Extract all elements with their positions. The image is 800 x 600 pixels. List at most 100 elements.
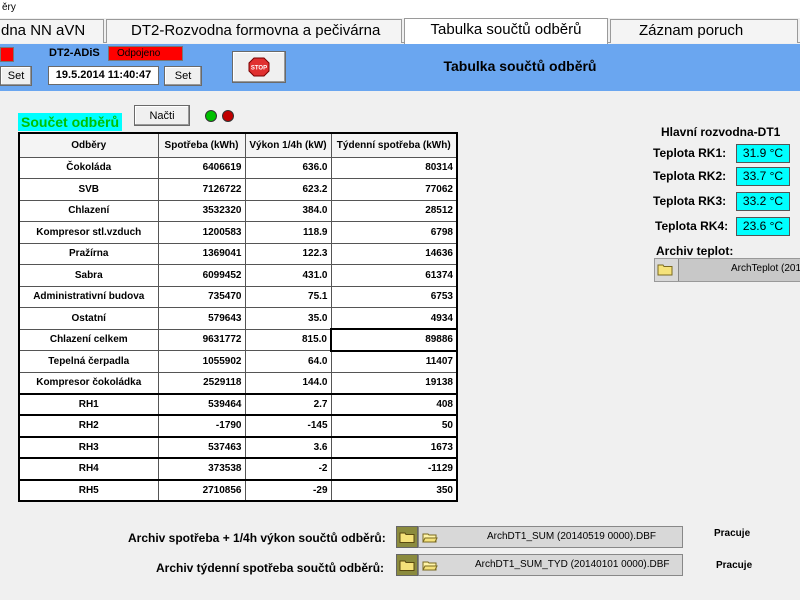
archive-sum-folder[interactable] [396,526,418,548]
main-switchboard-title: Hlavní rozvodna-DT1 [661,125,781,139]
consumption-table: Odběry Spotřeba (kWh) Výkon 1/4h (kW) Tý… [18,132,458,502]
archive-weekly-label: Archiv týdenní spotřeba součtů odběrů: [156,561,385,575]
row-tydenni: 19138 [330,371,458,395]
row-vykon: 623.2 [244,178,332,201]
row-vykon: 636.0 [244,156,332,179]
table-row: Sabra 6099452 431.0 61374 [18,264,458,287]
col-header-tydenni: Týdenní spotřeba (kWh) [330,132,458,158]
tab-zaznam-poruch[interactable]: Záznam poruch [610,19,798,43]
tab-dt2-rozvodna[interactable]: DT2-Rozvodna formovna a pečivárna [106,19,402,43]
table-row: SVB 7126722 623.2 77062 [18,178,458,201]
row-vykon: 815.0 [244,328,332,351]
temp-value-rk3: 33.2 °C [736,192,790,211]
row-name: SVB [18,178,159,201]
tab-bar: dna NN aVN DT2-Rozvodna formovna a pečiv… [0,18,800,44]
row-tydenni: 14636 [330,242,458,265]
row-name: Pražírna [18,242,159,265]
temp-archive-file: ArchTeplot (2014 [678,259,800,281]
table-row: Kompresor čokoládka 2529118 144.0 19138 [18,371,458,395]
row-name: Ostatní [18,307,159,330]
row-spotreba: 3532320 [157,199,246,222]
table-row: Tepelná čerpadla 1055902 64.0 11407 [18,350,458,373]
row-spotreba: 1369041 [157,242,246,265]
row-spotreba: 1055902 [157,350,246,373]
led-green-icon [205,110,217,122]
row-vykon: 118.9 [244,221,332,244]
row-vykon: -145 [244,414,332,438]
row-vykon: 2.7 [244,393,332,416]
row-tydenni-selected[interactable]: 89886 [330,328,458,352]
stop-button[interactable]: STOP [232,51,286,83]
stop-icon-text: STOP [251,66,267,72]
table-header-row: Odběry Spotřeba (kWh) Výkon 1/4h (kW) Tý… [18,132,458,158]
temp-value-rk2: 33.7 °C [736,167,790,186]
row-spotreba: 735470 [157,285,246,308]
row-tydenni: 408 [330,393,458,416]
row-tydenni: 6798 [330,221,458,244]
table-row: Ostatní 579643 35.0 4934 [18,307,458,330]
col-header-odbery: Odběry [18,132,159,158]
set-button-right[interactable]: Set [164,66,202,86]
row-tydenni: 77062 [330,178,458,201]
row-tydenni: 28512 [330,199,458,222]
temp-label-rk2: Teplota RK2: [653,169,727,183]
row-vykon: 384.0 [244,199,332,222]
row-vykon: 431.0 [244,264,332,287]
folder-icon[interactable] [657,262,673,276]
row-vykon: 64.0 [244,350,332,373]
row-name: RH3 [18,436,159,459]
archive-sum-filename: ArchDT1_SUM (20140519 0000).DBF [487,531,656,542]
status-indicator-left [0,47,14,62]
temp-archive-label: Archiv teplot: [656,244,734,258]
set-button-left[interactable]: Set [0,66,32,86]
tab-nn-avn[interactable]: dna NN aVN [0,19,104,43]
open-file-icon[interactable] [422,530,438,544]
row-name: Chlazení [18,199,159,222]
table-row: Čokoláda 6406619 636.0 80314 [18,156,458,179]
table-row: Chlazení 3532320 384.0 28512 [18,199,458,222]
temp-label-rk4: Teplota RK4: [655,219,729,233]
table-row: RH4 373538 -2 -1129 [18,457,458,481]
temp-value-rk1: 31.9 °C [736,144,790,163]
row-name: RH1 [18,393,159,416]
row-name: Sabra [18,264,159,287]
row-spotreba: 579643 [157,307,246,330]
row-tydenni: -1129 [330,457,458,481]
row-spotreba: 6099452 [157,264,246,287]
row-tydenni: 4934 [330,307,458,330]
col-header-spotreba: Spotřeba (kWh) [157,132,246,158]
device-label: DT2-ADiS [49,47,100,59]
folder-icon [399,532,415,543]
temp-label-rk1: Teplota RK1: [653,146,727,160]
load-button[interactable]: Načti [134,105,190,126]
archive-sum-file: ArchDT1_SUM (20140519 0000).DBF [418,526,683,548]
archive-sum-label: Archiv spotřeba + 1/4h výkon součtů odbě… [128,531,386,545]
row-spotreba: 537463 [157,436,246,459]
temp-label-rk3: Teplota RK3: [653,194,727,208]
row-spotreba: 6406619 [157,156,246,179]
row-tydenni: 1673 [330,436,458,459]
table-row: RH3 537463 3.6 1673 [18,436,458,459]
row-name: RH5 [18,479,159,502]
row-spotreba: 9631772 [157,328,246,351]
tab-tabulka-souctu[interactable]: Tabulka součtů odběrů [404,18,608,44]
row-vykon: 3.6 [244,436,332,459]
table-row: RH1 539464 2.7 408 [18,393,458,416]
row-name: Čokoláda [18,156,159,179]
led-red-icon [222,110,234,122]
table-row: Pražírna 1369041 122.3 14636 [18,242,458,265]
row-vykon: -2 [244,457,332,481]
archive-weekly-folder[interactable] [396,554,418,576]
row-tydenni: 11407 [330,350,458,373]
open-file-icon[interactable] [422,558,438,572]
col-header-vykon: Výkon 1/4h (kW) [244,132,332,158]
row-name: Administrativní budova [18,285,159,308]
row-name: Tepelná čerpadla [18,350,159,373]
row-spotreba: 2710856 [157,479,246,502]
temp-value-rk4: 23.6 °C [736,217,790,236]
archive-weekly-filename: ArchDT1_SUM_TYD (20140101 0000).DBF [475,559,670,570]
table-row: Administrativní budova 735470 75.1 6753 [18,285,458,308]
row-vykon: 144.0 [244,371,332,395]
datetime-field[interactable]: 19.5.2014 11:40:47 [48,66,159,85]
row-vykon: 35.0 [244,307,332,330]
